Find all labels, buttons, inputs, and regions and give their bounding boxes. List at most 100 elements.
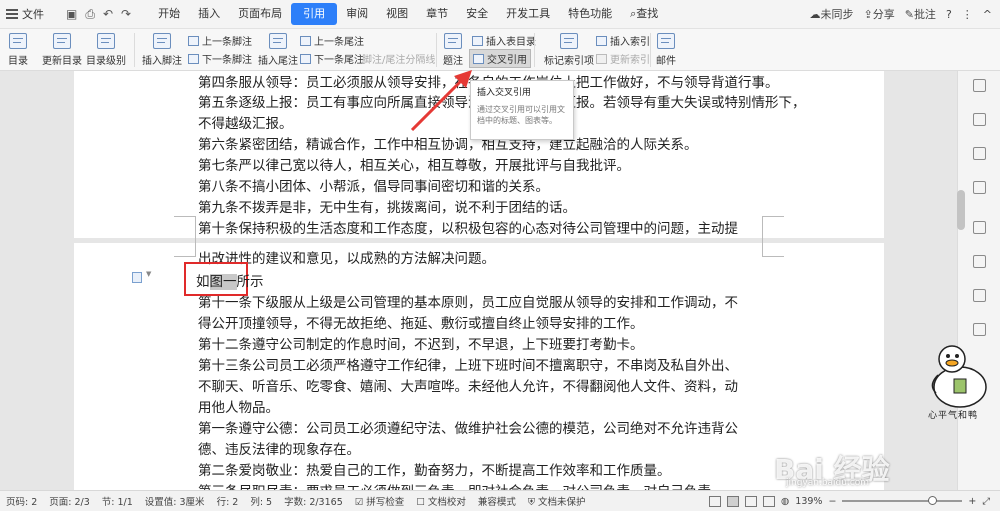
table-icon[interactable] <box>973 255 986 268</box>
protection-button[interactable]: ⛨ 文档未保护 <box>522 494 592 508</box>
insert-endnote-label: 插入尾注 <box>258 56 298 67</box>
margin-mark <box>174 235 196 257</box>
zoom-in-icon[interactable]: + <box>968 496 976 507</box>
zoom-level[interactable]: 139% <box>795 496 822 507</box>
next-footnote-icon <box>188 53 199 64</box>
tab-features[interactable]: 特色功能 <box>559 3 621 25</box>
page-view-icon[interactable] <box>726 495 739 507</box>
insert-index-icon <box>596 35 607 46</box>
prev-endnote-button[interactable]: 上一条尾注 <box>300 33 364 48</box>
ribbon-divider <box>436 33 437 67</box>
mark-index-icon <box>560 33 578 49</box>
share-button[interactable]: ⇪分享 <box>864 6 895 22</box>
next-endnote-button[interactable]: 下一条尾注 <box>300 51 364 66</box>
cross-reference-tooltip: 插入交叉引用 通过交叉引用可以引用文档中的标题、图表等。 <box>470 80 574 140</box>
toc-icon <box>9 33 27 49</box>
toc-level-button[interactable]: 目录级别 <box>86 33 126 67</box>
tab-insert[interactable]: 插入 <box>189 3 229 25</box>
share-icon: ⇪ <box>863 8 873 21</box>
figure-reference-text[interactable]: 如图一所示 <box>196 270 264 290</box>
cross-reference-field[interactable]: 图一 <box>209 274 237 290</box>
select-icon[interactable] <box>973 79 986 92</box>
mail-button[interactable]: 邮件 <box>656 33 676 67</box>
comment-icon: ✎ <box>904 8 914 21</box>
prev-endnote-icon <box>300 35 311 46</box>
paragraph: 不聊天、听音乐、吃零食、嬉闹、大声喧哗。未经他人允许，不得翻阅他人文件、资料，动 <box>198 379 738 395</box>
paragraph-layout-icon[interactable] <box>132 272 142 283</box>
prev-footnote-label: 上一条脚注 <box>202 37 252 48</box>
tab-layout[interactable]: 页面布局 <box>229 3 291 25</box>
style-icon[interactable] <box>973 113 986 126</box>
watermark-url: jingyan.baidu.com <box>786 478 870 488</box>
grid-icon[interactable] <box>973 289 986 302</box>
globe-icon[interactable]: ◍ <box>781 496 789 507</box>
print-icon[interactable]: ⎙ <box>85 7 95 22</box>
paragraph: 第十条保持积极的生活态度和工作态度，以积极包容的心态对待公司管理中的问题，主动提 <box>198 221 738 237</box>
fit-icon[interactable]: ⤢ <box>982 496 990 507</box>
search-tab[interactable]: ⌕查找 <box>621 3 667 25</box>
adjust-icon[interactable] <box>973 221 986 234</box>
help-icon[interactable]: ? <box>946 8 952 21</box>
mark-index-button[interactable]: 标记索引项 <box>544 33 594 67</box>
ribbon-divider <box>134 33 135 67</box>
tab-review[interactable]: 审阅 <box>337 3 377 25</box>
shape-icon[interactable] <box>973 181 986 194</box>
paragraph: 第二条爱岗敬业：热爱自己的工作，勤奋努力，不断提高工作效率和工作质量。 <box>198 463 671 479</box>
compat-mode-label: 兼容模式 <box>477 497 516 508</box>
mascot-caption: 心平气和鸭 <box>928 411 979 421</box>
insert-footnote-button[interactable]: 插入脚注 <box>142 33 182 67</box>
sync-status[interactable]: ☁未同步 <box>810 6 854 22</box>
chevron-down-icon[interactable]: ▼ <box>146 270 151 278</box>
update-toc-button[interactable]: 更新目录 <box>42 33 82 67</box>
status-section[interactable]: 节: 1/1 <box>96 494 139 508</box>
tab-references[interactable]: 引用 <box>291 3 338 25</box>
next-footnote-button[interactable]: 下一条脚注 <box>188 51 252 66</box>
zoom-slider[interactable] <box>842 496 963 505</box>
zoom-out-icon[interactable]: − <box>828 496 836 507</box>
status-pages[interactable]: 页面: 2/3 <box>43 494 96 508</box>
undo-icon[interactable]: ↶ <box>103 7 113 21</box>
more-icon[interactable]: ⋮ <box>962 8 973 21</box>
paragraph: 第十三条公司员工必须严格遵守工作纪律，上班下班时间不擅离职守，不串岗及私自外出、 <box>198 358 738 374</box>
comment-button[interactable]: ✎批注 <box>905 6 936 22</box>
share-label: 分享 <box>872 8 895 21</box>
tab-view[interactable]: 视图 <box>377 3 417 25</box>
spell-check-button[interactable]: ☑ 拼写检查 <box>349 494 411 508</box>
toc-button[interactable]: 目录 <box>8 33 28 67</box>
proofread-button[interactable]: ☐ 文档校对 <box>410 494 472 508</box>
save-icon[interactable]: ▣ <box>66 7 77 21</box>
caption-button[interactable]: 题注 <box>443 33 463 67</box>
update-index-button[interactable]: 更新索引 <box>596 51 650 66</box>
tab-home[interactable]: 开始 <box>149 3 189 25</box>
redo-icon[interactable]: ↷ <box>121 7 131 21</box>
status-page[interactable]: 页码: 2 <box>0 494 43 508</box>
status-words[interactable]: 字数: 2/3165 <box>278 494 349 508</box>
tooltip-title: 插入交叉引用 <box>477 88 532 98</box>
zoom-slider-knob[interactable] <box>928 496 937 505</box>
status-col[interactable]: 列: 5 <box>244 494 278 508</box>
tab-developer[interactable]: 开发工具 <box>497 3 559 25</box>
outline-view-icon[interactable] <box>708 495 721 507</box>
status-row[interactable]: 行: 2 <box>211 494 245 508</box>
sync-label: 未同步 <box>820 8 854 21</box>
paragraph: 第七条严以律己宽以待人，相互关心，相互尊敬，开展批评与自我批评。 <box>198 158 630 174</box>
tab-security[interactable]: 安全 <box>457 3 497 25</box>
footnote-separator-button[interactable]: 脚注/尾注分隔线 <box>362 51 435 66</box>
web-view-icon[interactable] <box>744 495 757 507</box>
insert-endnote-button[interactable]: 插入尾注 <box>258 33 298 67</box>
read-view-icon[interactable] <box>762 495 775 507</box>
insert-index-button[interactable]: 插入索引 <box>596 33 650 48</box>
prev-footnote-button[interactable]: 上一条脚注 <box>188 33 252 48</box>
file-menu[interactable]: 文件 <box>0 6 58 22</box>
paragraph: 第六条紧密团结，精诚合作，工作中相互协调，相互支持，建立起融洽的人际关系。 <box>198 137 698 153</box>
vertical-scrollbar[interactable] <box>957 190 965 230</box>
collapse-icon[interactable]: ^ <box>983 8 992 21</box>
tab-section[interactable]: 章节 <box>417 3 457 25</box>
update-toc-label: 更新目录 <box>42 56 82 67</box>
file-menu-label: 文件 <box>22 8 44 21</box>
insert-table-toc-button[interactable]: 插入表目录 <box>472 33 536 48</box>
status-setting[interactable]: 设置值: 3厘米 <box>139 494 211 508</box>
format-icon[interactable] <box>973 147 986 160</box>
margin-mark <box>762 235 784 257</box>
cross-reference-button[interactable]: 交叉引用 <box>469 49 531 68</box>
